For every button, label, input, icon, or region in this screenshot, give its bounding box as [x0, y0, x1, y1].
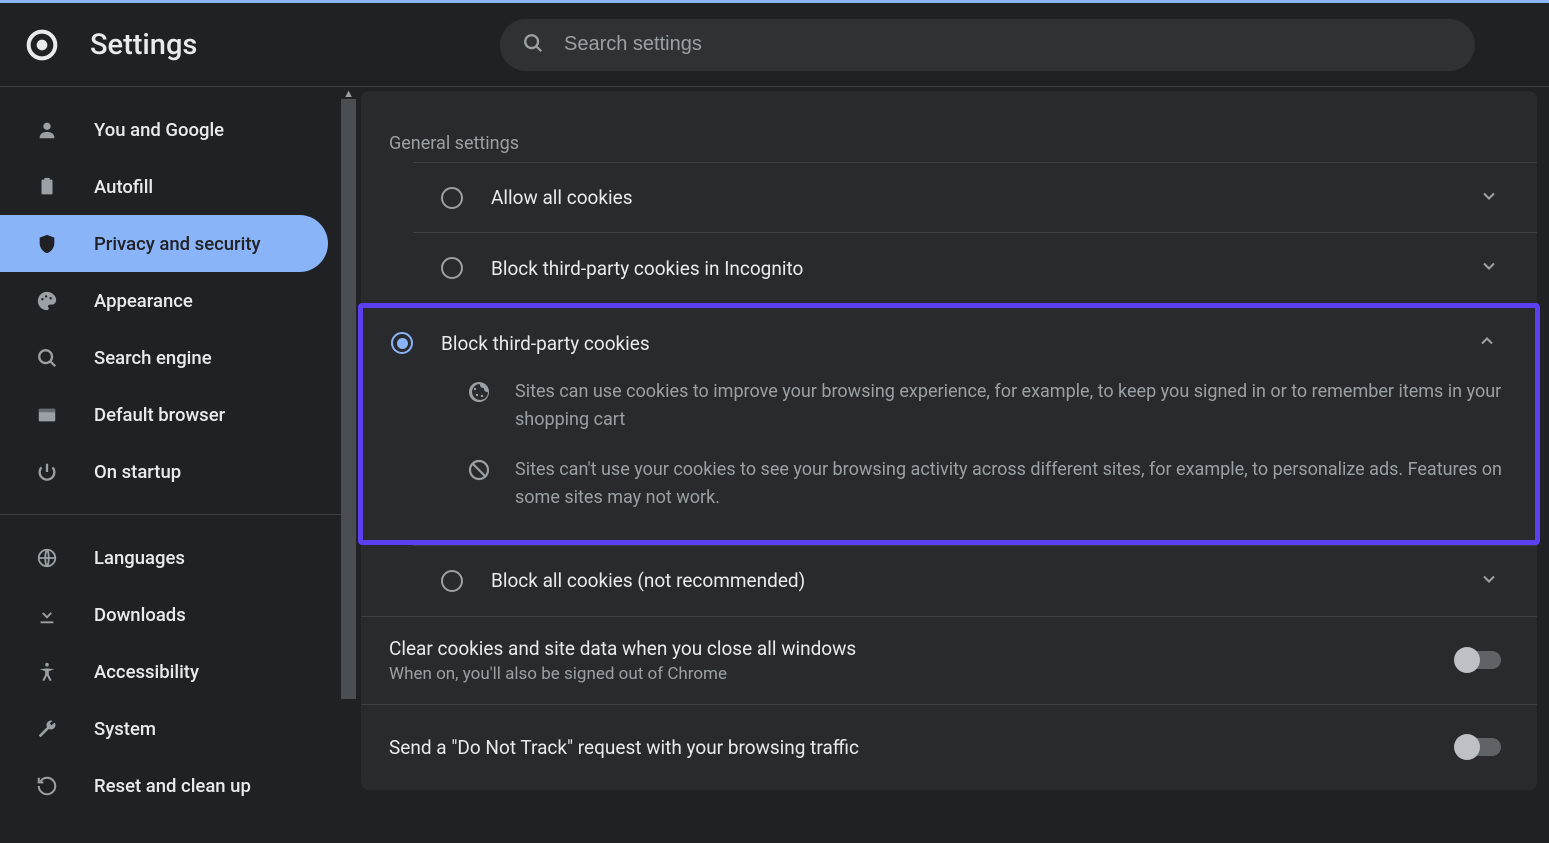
sidebar-item-privacy-and-security[interactable]: Privacy and security	[0, 215, 328, 272]
restore-icon	[34, 775, 60, 797]
sidebar-item-search-engine[interactable]: Search engine	[0, 329, 328, 386]
option-label: Allow all cookies	[491, 186, 1469, 209]
setting-title: Send a "Do Not Track" request with your …	[389, 736, 1457, 759]
option-block-third-party[interactable]: Block third-party cookies	[363, 308, 1535, 378]
globe-icon	[34, 547, 60, 569]
sidebar: You and Google Autofill Privacy and secu…	[0, 87, 356, 840]
option-block-third-party-incognito[interactable]: Block third-party cookies in Incognito	[413, 233, 1537, 303]
cookie-icon	[467, 380, 493, 408]
radio-button[interactable]	[391, 332, 413, 354]
detail-text: Sites can't use your cookies to see your…	[515, 456, 1507, 512]
setting-subtitle: When on, you'll also be signed out of Ch…	[389, 664, 1457, 684]
sidebar-item-label: You and Google	[94, 119, 224, 141]
sidebar-item-label: Privacy and security	[94, 233, 261, 255]
main-content: General settings Allow all cookies Block…	[356, 87, 1549, 840]
sidebar-item-label: On startup	[94, 461, 181, 483]
option-label: Block all cookies (not recommended)	[491, 569, 1469, 592]
search-icon	[34, 347, 60, 369]
setting-do-not-track[interactable]: Send a "Do Not Track" request with your …	[361, 704, 1537, 790]
setting-clear-cookies-on-close[interactable]: Clear cookies and site data when you clo…	[361, 616, 1537, 704]
chrome-logo-icon	[24, 27, 60, 63]
shield-icon	[34, 233, 60, 255]
option-label: Block third-party cookies	[441, 332, 1467, 355]
radio-button[interactable]	[441, 257, 463, 279]
sidebar-item-default-browser[interactable]: Default browser	[0, 386, 328, 443]
section-label: General settings	[361, 91, 1537, 162]
scrollbar[interactable]: ▲	[341, 87, 356, 840]
search-input[interactable]	[564, 33, 1453, 56]
sidebar-item-languages[interactable]: Languages	[0, 529, 328, 586]
option-label: Block third-party cookies in Incognito	[491, 257, 1469, 280]
radio-button[interactable]	[441, 187, 463, 209]
sidebar-item-label: Search engine	[94, 347, 212, 369]
sidebar-item-reset[interactable]: Reset and clean up	[0, 757, 328, 814]
setting-title: Clear cookies and site data when you clo…	[389, 637, 1457, 660]
chevron-down-icon[interactable]	[1469, 256, 1509, 280]
sidebar-item-label: Downloads	[94, 604, 186, 626]
block-icon	[467, 458, 493, 486]
search-bar[interactable]	[500, 19, 1475, 71]
option-block-all-cookies[interactable]: Block all cookies (not recommended)	[413, 546, 1537, 616]
accessibility-icon	[34, 661, 60, 683]
page-title: Settings	[90, 28, 197, 62]
clipboard-icon	[34, 176, 60, 198]
sidebar-item-accessibility[interactable]: Accessibility	[0, 643, 328, 700]
sidebar-item-label: Appearance	[94, 290, 193, 312]
sidebar-item-label: Accessibility	[94, 661, 199, 683]
chevron-down-icon[interactable]	[1469, 569, 1509, 593]
detail-text: Sites can use cookies to improve your br…	[515, 378, 1507, 434]
sidebar-item-label: Autofill	[94, 176, 153, 198]
sidebar-item-on-startup[interactable]: On startup	[0, 443, 328, 500]
power-icon	[34, 461, 60, 483]
download-icon	[34, 604, 60, 626]
browser-icon	[34, 404, 60, 426]
toggle-switch[interactable]	[1457, 738, 1501, 756]
chevron-down-icon[interactable]	[1469, 186, 1509, 210]
option-details: Sites can use cookies to improve your br…	[363, 378, 1535, 540]
toggle-switch[interactable]	[1457, 651, 1501, 669]
radio-button[interactable]	[441, 570, 463, 592]
sidebar-divider	[0, 514, 356, 515]
header: Settings	[0, 3, 1549, 87]
sidebar-item-appearance[interactable]: Appearance	[0, 272, 328, 329]
sidebar-item-autofill[interactable]: Autofill	[0, 158, 328, 215]
sidebar-item-system[interactable]: System	[0, 700, 328, 757]
sidebar-item-label: Reset and clean up	[94, 775, 251, 797]
person-icon	[34, 119, 60, 141]
wrench-icon	[34, 718, 60, 740]
highlighted-option: Block third-party cookies Sites can use …	[358, 303, 1540, 545]
sidebar-item-label: Default browser	[94, 404, 225, 426]
sidebar-item-label: System	[94, 718, 156, 740]
sidebar-item-you-and-google[interactable]: You and Google	[0, 101, 328, 158]
sidebar-item-downloads[interactable]: Downloads	[0, 586, 328, 643]
settings-panel: General settings Allow all cookies Block…	[361, 91, 1537, 790]
chevron-up-icon[interactable]	[1467, 331, 1507, 355]
option-allow-all-cookies[interactable]: Allow all cookies	[413, 163, 1537, 233]
sidebar-item-label: Languages	[94, 547, 185, 569]
palette-icon	[34, 290, 60, 312]
search-icon	[522, 32, 544, 58]
